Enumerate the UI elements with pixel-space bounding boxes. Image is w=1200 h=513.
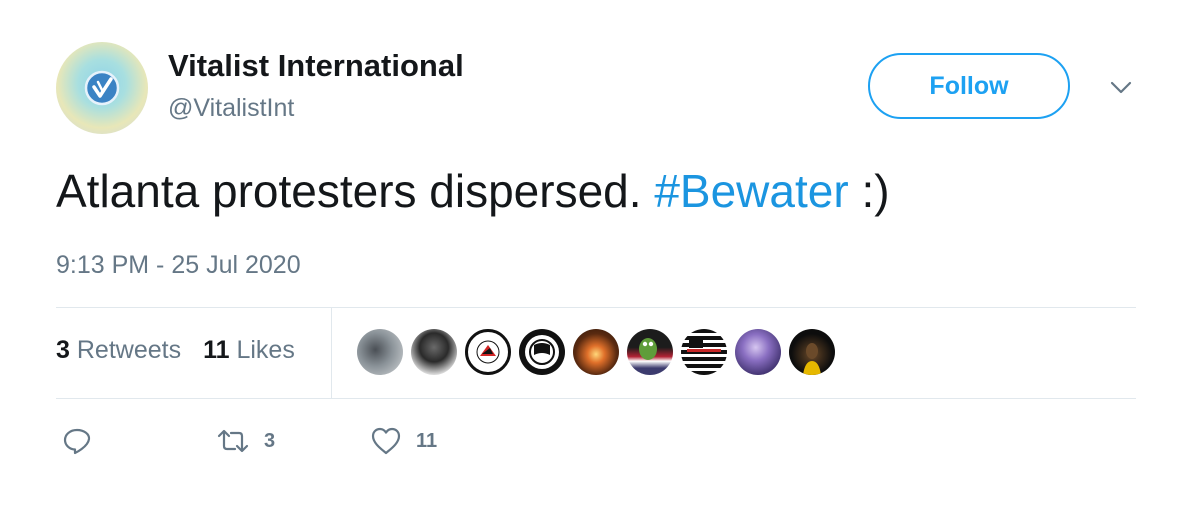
like-action[interactable]: 11: [370, 426, 437, 456]
flag-emblem-icon: [525, 335, 559, 369]
retweets-count: 3: [56, 336, 70, 364]
reply-action[interactable]: [62, 426, 92, 456]
tweet-text-tail: :): [848, 165, 890, 217]
liker-avatar[interactable]: [573, 329, 619, 375]
frog-icon: [639, 338, 657, 360]
tweet-timestamp[interactable]: 9:13 PM - 25 Jul 2020: [56, 251, 301, 280]
retweets-label: Retweets: [76, 336, 182, 364]
retweets-stat[interactable]: 3 Retweets: [56, 336, 181, 364]
user-handle[interactable]: @VitalistInt: [168, 94, 294, 123]
liker-avatar[interactable]: [519, 329, 565, 375]
likers-list: [357, 329, 843, 375]
display-name[interactable]: Vitalist International: [168, 48, 464, 84]
divider-top: [56, 307, 1136, 308]
liker-avatar[interactable]: [789, 329, 835, 375]
tweet-text: Atlanta protesters dispersed. #Bewater :…: [56, 164, 890, 218]
chevron-down-icon[interactable]: [1106, 76, 1136, 98]
hashtag-link[interactable]: #Bewater: [654, 165, 848, 217]
tweet-text-main: Atlanta protesters dispersed.: [56, 165, 655, 217]
tweet-stats: 3 Retweets 11 Likes: [56, 336, 295, 365]
retweet-count: 3: [264, 429, 276, 452]
likes-stat[interactable]: 11 Likes: [203, 336, 295, 364]
reply-icon[interactable]: [62, 426, 92, 456]
liker-avatar[interactable]: [735, 329, 781, 375]
antifa-emblem-icon: [476, 340, 500, 364]
retweet-icon[interactable]: [216, 426, 250, 456]
person-icon: [803, 343, 821, 375]
liker-avatar[interactable]: [411, 329, 457, 375]
liker-avatar[interactable]: [357, 329, 403, 375]
divider-bottom: [56, 398, 1136, 399]
stats-divider: [331, 308, 332, 399]
avatar[interactable]: [56, 42, 148, 134]
liker-avatar[interactable]: [681, 329, 727, 375]
likes-label: Likes: [236, 336, 295, 364]
vitalist-logo-icon: [84, 70, 120, 106]
liker-avatar[interactable]: [465, 329, 511, 375]
follow-button[interactable]: Follow: [868, 53, 1070, 119]
liker-avatar[interactable]: [627, 329, 673, 375]
flag-icon: [687, 339, 721, 352]
like-count: 11: [416, 429, 438, 452]
heart-icon[interactable]: [370, 426, 402, 456]
retweet-action[interactable]: 3: [216, 426, 275, 456]
likes-count: 11: [203, 336, 230, 364]
